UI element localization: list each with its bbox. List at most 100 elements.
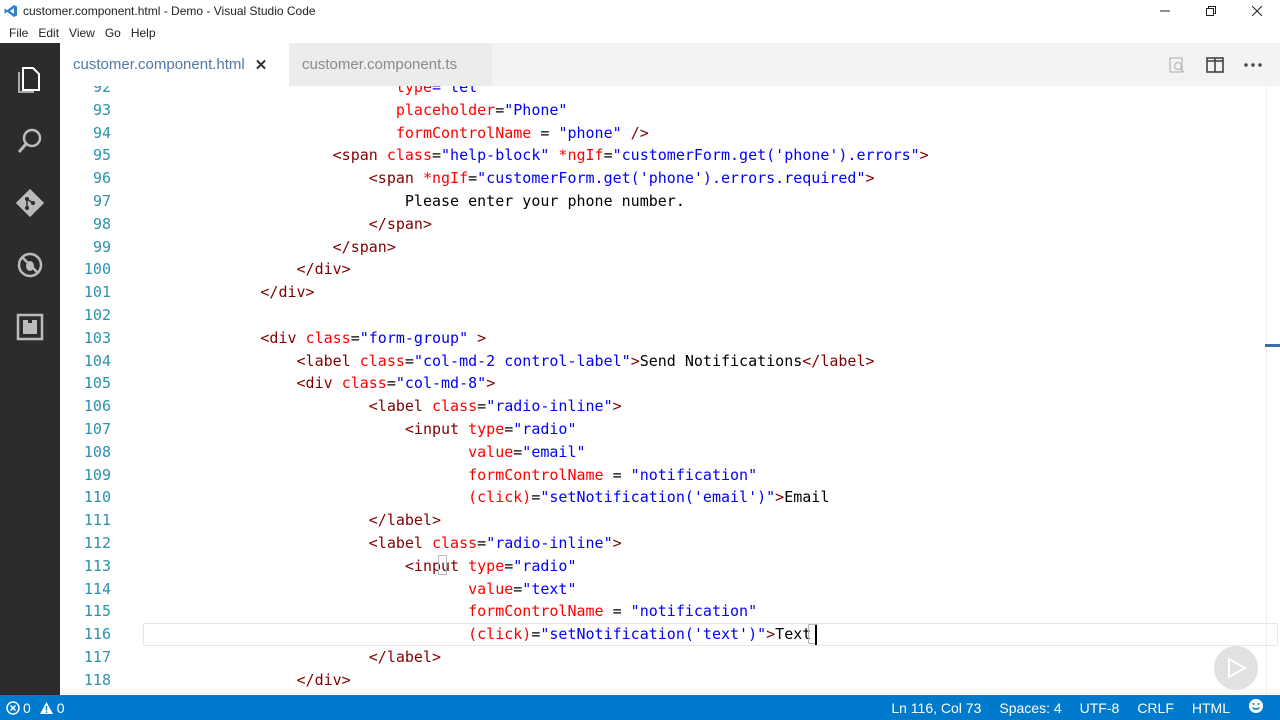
- code-token: "radio-inline": [486, 534, 613, 552]
- code-line[interactable]: 104 <label class="col-md-2 control-label…: [60, 350, 1280, 373]
- code-line[interactable]: 93 placeholder="Phone": [60, 99, 1280, 122]
- code-token: "col-md-2 control-label": [413, 351, 631, 370]
- vertical-scrollbar[interactable]: [1265, 86, 1280, 695]
- line-number: 111: [83, 511, 111, 530]
- language-mode[interactable]: HTML: [1192, 700, 1230, 716]
- code-line[interactable]: 111 </label>: [60, 509, 1280, 532]
- minimize-icon[interactable]: [1142, 0, 1188, 22]
- line-content: (click)="setNotification('text')">Text: [143, 623, 811, 646]
- line-number: 112: [83, 534, 111, 552]
- code-token: =: [404, 351, 414, 370]
- extensions-icon[interactable]: [0, 297, 60, 357]
- restore-icon[interactable]: [1188, 0, 1234, 22]
- split-editor-icon[interactable]: [1196, 43, 1234, 86]
- code-line[interactable]: 98 </span>: [60, 213, 1280, 236]
- explorer-icon[interactable]: [0, 49, 60, 109]
- code-line[interactable]: 110 (click)="setNotification('email')">E…: [60, 486, 1280, 509]
- code-token: Please enter your phone number.: [404, 192, 685, 210]
- code-line[interactable]: 113 <input type="radio": [60, 555, 1280, 578]
- code-token: </span>: [332, 237, 396, 256]
- debug-icon[interactable]: [0, 235, 60, 295]
- cursor-position[interactable]: Ln 116, Col 73: [891, 700, 981, 716]
- git-icon[interactable]: [0, 173, 60, 233]
- code-line[interactable]: 112 <label class="radio-inline">: [60, 532, 1280, 555]
- encoding[interactable]: UTF-8: [1080, 700, 1120, 716]
- code-line[interactable]: 92 type="tel": [60, 86, 1280, 99]
- code-editor[interactable]: 92 type="tel" 93 placeholder="Phone" 94 fo…: [60, 86, 1280, 695]
- code-token: =: [513, 579, 523, 598]
- tab-label: customer.component.ts: [302, 56, 458, 73]
- code-line[interactable]: 115 formControlName = "notification": [60, 600, 1280, 623]
- warnings-indicator[interactable]: 0: [39, 700, 65, 716]
- code-line[interactable]: 109 formControlName = "notification": [60, 464, 1280, 487]
- line-ending[interactable]: CRLF: [1137, 700, 1174, 716]
- code-line[interactable]: 108 value="email": [60, 441, 1280, 464]
- code-line[interactable]: 118 </div>: [60, 669, 1280, 692]
- code-token: >: [468, 328, 487, 347]
- menu-help[interactable]: Help: [126, 26, 161, 40]
- menu-edit[interactable]: Edit: [33, 26, 64, 40]
- line-number: 102: [83, 306, 111, 324]
- tab-customer-component-ts[interactable]: customer.component.ts: [289, 43, 492, 86]
- code-line[interactable]: 99 </span>: [60, 236, 1280, 259]
- indentation[interactable]: Spaces: 4: [999, 700, 1061, 716]
- code-token: "radio": [513, 420, 577, 438]
- code-token: <label: [296, 351, 360, 370]
- line-number: 110: [83, 488, 111, 507]
- code-line[interactable]: 102: [60, 304, 1280, 327]
- more-actions-icon[interactable]: [1234, 43, 1272, 86]
- code-line[interactable]: 107 <input type="radio": [60, 418, 1280, 441]
- menu-bar: File Edit View Go Help: [0, 22, 1280, 43]
- code-token: formControlName: [468, 465, 604, 484]
- code-token: </div>: [296, 260, 351, 279]
- errors-indicator[interactable]: 0: [6, 700, 31, 716]
- code-line[interactable]: 94 formControlName = "phone" />: [60, 122, 1280, 145]
- code-token: =: [531, 625, 541, 644]
- code-token: value: [468, 579, 514, 598]
- menu-go[interactable]: Go: [100, 26, 126, 40]
- code-line[interactable]: 95 <span class="help-block" *ngIf="custo…: [60, 144, 1280, 167]
- line-number: 92: [92, 86, 111, 96]
- line-content: <label class="radio-inline">: [143, 532, 622, 555]
- tab-label: customer.component.html: [73, 56, 245, 73]
- menu-file[interactable]: File: [4, 26, 33, 40]
- close-window-icon[interactable]: [1234, 0, 1280, 22]
- code-token: <div: [296, 374, 342, 393]
- code-line[interactable]: 114 value="text": [60, 578, 1280, 601]
- line-content: <div class="col-md-8">: [143, 372, 496, 395]
- close-icon[interactable]: ✕: [255, 56, 268, 74]
- code-line[interactable]: 103 <div class="form-group" >: [60, 327, 1280, 350]
- code-line[interactable]: 105 <div class="col-md-8">: [60, 372, 1280, 395]
- code-line[interactable]: 116 (click)="setNotification('text')">Te…: [60, 623, 1280, 646]
- menu-view[interactable]: View: [64, 26, 100, 40]
- line-content: <label class="radio-inline">: [143, 395, 622, 418]
- line-content: <span *ngIf="customerForm.get('phone').e…: [143, 167, 875, 190]
- line-number: 109: [83, 465, 111, 484]
- code-token: "notification": [630, 602, 758, 621]
- overview-ruler-cursor-mark: [1265, 344, 1280, 347]
- line-number: 107: [83, 420, 111, 438]
- code-line[interactable]: 117 </label>: [60, 646, 1280, 669]
- code-token: >: [865, 169, 875, 188]
- feedback-smiley-icon[interactable]: [1248, 698, 1264, 717]
- vscode-logo-icon: [0, 0, 22, 22]
- warning-count: 0: [56, 699, 65, 716]
- code-line[interactable]: 96 <span *ngIf="customerForm.get('phone'…: [60, 167, 1280, 190]
- code-token: ="tel": [432, 86, 487, 96]
- code-line[interactable]: 100 </div>: [60, 258, 1280, 281]
- open-changes-icon[interactable]: [1158, 43, 1196, 86]
- code-token: "email": [522, 442, 586, 461]
- code-line[interactable]: 101 </div>: [60, 281, 1280, 304]
- status-bar: 0 0 Ln 116, Col 73 Spaces: 4 UTF-8 CRLF …: [0, 695, 1280, 720]
- code-line[interactable]: 106 <label class="radio-inline">: [60, 395, 1280, 418]
- code-line[interactable]: 97 Please enter your phone number.: [60, 190, 1280, 213]
- search-icon[interactable]: [0, 111, 60, 171]
- tab-customer-component-html[interactable]: customer.component.html ✕: [60, 43, 289, 86]
